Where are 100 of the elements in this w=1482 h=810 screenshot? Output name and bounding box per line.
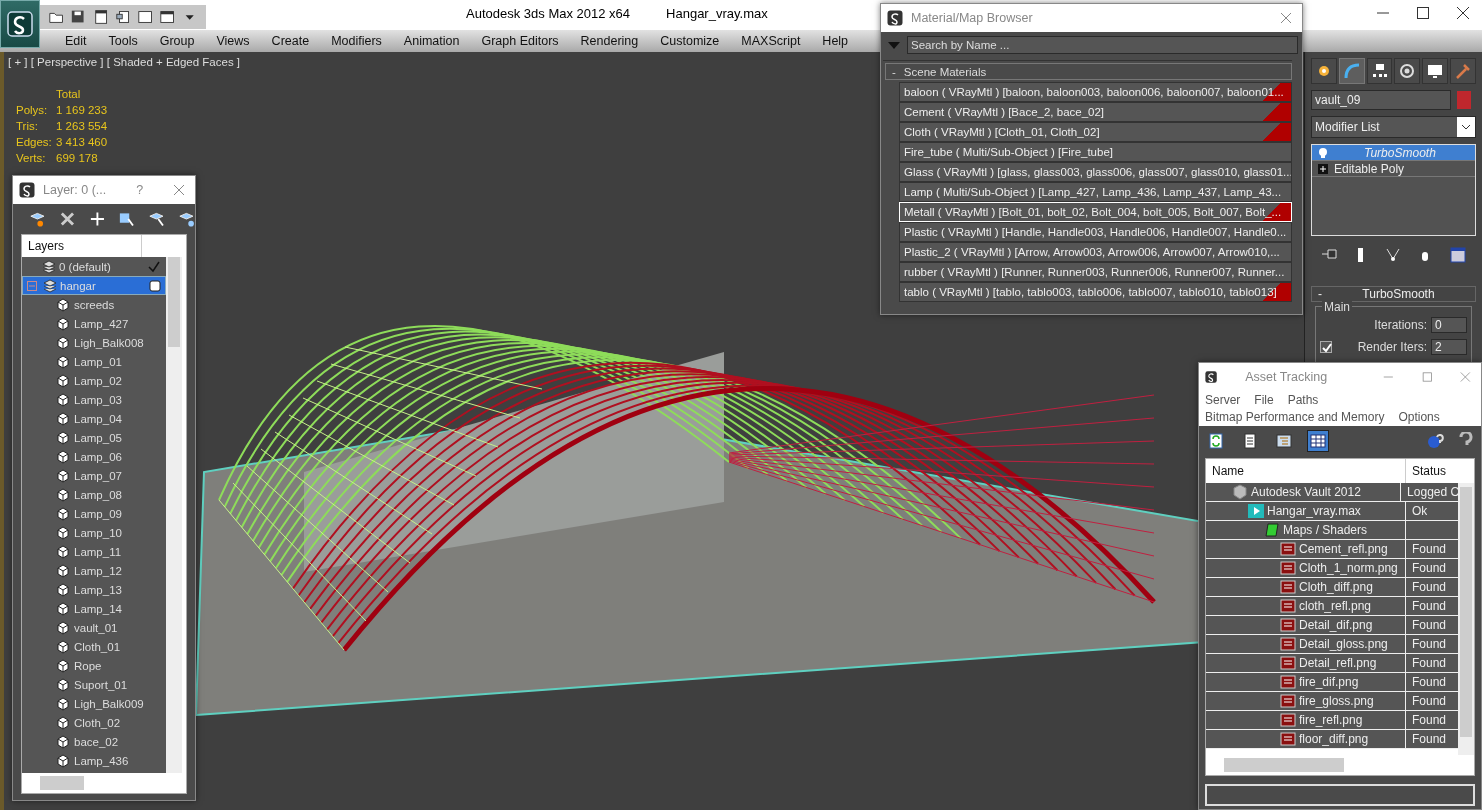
object-row[interactable]: Lamp_05	[22, 428, 166, 447]
color-swatch[interactable]	[1457, 91, 1471, 109]
scrollbar-thumb[interactable]	[40, 776, 84, 790]
scrollbar-thumb[interactable]	[168, 257, 180, 347]
material-row[interactable]: Lamp ( Multi/Sub-Object ) [Lamp_427, Lamp_436, Lamp_437, Lamp_43...	[899, 182, 1292, 202]
search-field[interactable]: Search by Name ...	[907, 36, 1298, 54]
object-row[interactable]: Suport_01	[22, 675, 166, 694]
object-row[interactable]: Lamp_12	[22, 561, 166, 580]
checkbox-icon[interactable]	[149, 279, 161, 292]
menu-item[interactable]: MAXScript	[730, 34, 812, 48]
modifier-stack-item[interactable]: Editable Poly	[1312, 161, 1475, 177]
tree-item[interactable]: fire_refl.png	[1299, 713, 1363, 727]
object-row[interactable]: Ligh_Balk009	[22, 694, 166, 713]
help-button[interactable]: ?	[136, 183, 144, 197]
material-row[interactable]: Glass ( VRayMtl ) [glass, glass003, glass006, glass007, glass010, glass01...	[899, 162, 1292, 182]
object-row[interactable]: Lamp_11	[22, 542, 166, 561]
vertical-scrollbar[interactable]	[1458, 483, 1474, 755]
menu-item[interactable]: Views	[205, 34, 261, 48]
object-row[interactable]: Lamp_01	[22, 352, 166, 371]
tree-item[interactable]: floor_diff.png	[1299, 732, 1369, 746]
object-row[interactable]: Lamp_02	[22, 371, 166, 390]
column-header[interactable]: Status	[1406, 464, 1447, 478]
toolbar-button[interactable]	[1307, 430, 1329, 452]
tree-item[interactable]: Cloth_1_norm.png	[1299, 561, 1398, 575]
expand-icon[interactable]	[1318, 163, 1328, 174]
application-button[interactable]	[0, 0, 40, 48]
material-row[interactable]: Plastic ( VRayMtl ) [Handle, Handle003, Handle006, Handle007, Handle0...	[899, 222, 1292, 242]
add-icon[interactable]	[88, 210, 106, 228]
tree-item[interactable]: fire_gloss.png	[1299, 694, 1374, 708]
menu-item[interactable]: Animation	[392, 34, 471, 48]
object-row[interactable]: screeds	[22, 295, 166, 314]
window-icon[interactable]	[137, 8, 154, 26]
object-row[interactable]: Lamp_10	[22, 523, 166, 542]
configure-icon[interactable]	[1449, 246, 1467, 264]
tree-item[interactable]: Hangar_vray.max	[1267, 504, 1361, 518]
scrollbar-thumb[interactable]	[1224, 758, 1344, 772]
bulb-icon[interactable]	[1318, 146, 1328, 159]
menu-item[interactable]: Tools	[97, 34, 149, 48]
object-row[interactable]: Cloth_02	[22, 713, 166, 732]
object-row[interactable]: Lamp_09	[22, 504, 166, 523]
object-row[interactable]: Lamp_427	[22, 314, 166, 333]
menu-item[interactable]: Rendering	[569, 34, 650, 48]
menu-item[interactable]: Edit	[54, 34, 98, 48]
object-name-field[interactable]: vault_09	[1311, 90, 1451, 110]
tree-item[interactable]: Detail_refl.png	[1299, 656, 1377, 670]
menu-item[interactable]: Options	[1398, 410, 1440, 424]
object-row[interactable]: Lamp_06	[22, 447, 166, 466]
project-icon[interactable]	[114, 8, 132, 26]
new-layer-icon[interactable]	[29, 210, 46, 228]
tree-item[interactable]: Cement_refl.png	[1299, 542, 1388, 556]
object-row[interactable]: Rope	[22, 656, 166, 675]
viewport-label[interactable]: [ + ] [ Perspective ] [ Shaded + Edged Faces ]	[8, 56, 241, 68]
menu-item[interactable]: Create	[260, 34, 321, 48]
menu-item[interactable]: Graph Editors	[470, 34, 570, 48]
object-row[interactable]: Lamp_07	[22, 466, 166, 485]
group-header[interactable]: - Scene Materials	[885, 63, 1292, 80]
material-row[interactable]: Fire_tube ( Multi/Sub-Object ) [Fire_tube]	[899, 142, 1292, 162]
modifier-stack-item[interactable]: TurboSmooth	[1312, 145, 1475, 161]
tree-item[interactable]: Detail_dif.png	[1299, 618, 1373, 632]
modifier-list-dropdown[interactable]: Modifier List	[1311, 116, 1476, 138]
menu-item[interactable]: Modifiers	[320, 34, 393, 48]
tree-item[interactable]: cloth_refl.png	[1299, 599, 1372, 613]
layer-row[interactable]: hangar	[22, 276, 166, 295]
object-row[interactable]: Lamp_03	[22, 390, 166, 409]
delete-icon[interactable]	[58, 210, 76, 228]
menu-item[interactable]: Paths	[1287, 393, 1319, 407]
window-icon[interactable]	[159, 8, 176, 26]
tree-item[interactable]: Detail_gloss.png	[1299, 637, 1388, 651]
close-icon[interactable]	[1456, 6, 1470, 20]
rollout-header[interactable]: - TurboSmooth	[1311, 286, 1476, 302]
help-icon[interactable]	[1427, 432, 1445, 450]
object-row[interactable]: Lamp_436	[22, 751, 166, 770]
menu-item[interactable]: Server	[1205, 393, 1241, 407]
object-row[interactable]: Lamp_08	[22, 485, 166, 504]
panel-tab[interactable]	[1422, 58, 1449, 84]
tree-item[interactable]: Autodesk Vault 2012	[1251, 485, 1361, 499]
material-row[interactable]: Plastic_2 ( VRayMtl ) [Arrow, Arrow003, Arrow006, Arrow007, Arrow010,...	[899, 242, 1292, 262]
menu-item[interactable]: File	[1254, 393, 1274, 407]
material-row[interactable]: Cloth ( VRayMtl ) [Cloth_01, Cloth_02]	[899, 122, 1292, 142]
object-row[interactable]: Ligh_Balk008	[22, 333, 166, 352]
material-row[interactable]: rubber ( VRayMtl ) [Runner, Runner003, Runner006, Runner007, Runner...	[899, 262, 1292, 282]
object-row[interactable]: bace_02	[22, 732, 166, 751]
tree-item[interactable]: Cloth_diff.png	[1299, 580, 1373, 594]
menu-item[interactable]: Bitmap Performance and Memory	[1205, 410, 1385, 424]
select-layer-icon[interactable]	[148, 210, 166, 228]
object-row[interactable]: Cloth_01	[22, 637, 166, 656]
object-row[interactable]: Lamp_04	[22, 409, 166, 428]
layer-row[interactable]: 0 (default)	[22, 257, 166, 276]
menu-item[interactable]: Help	[811, 34, 860, 48]
select-objects-icon[interactable]	[118, 210, 136, 228]
panel-tab[interactable]	[1366, 58, 1393, 84]
maximize-icon[interactable]	[1416, 6, 1430, 20]
object-row[interactable]: vault_01	[22, 618, 166, 637]
menu-item[interactable]: Customize	[649, 34, 731, 48]
checkmark-icon[interactable]	[148, 260, 160, 273]
window-icon[interactable]	[92, 8, 109, 26]
vertical-scrollbar[interactable]	[166, 257, 182, 773]
object-row[interactable]: Lamp_13	[22, 580, 166, 599]
material-row[interactable]: Cement ( VRayMtl ) [Bace_2, bace_02]	[899, 102, 1292, 122]
render-iters-checkbox[interactable]	[1320, 341, 1332, 353]
